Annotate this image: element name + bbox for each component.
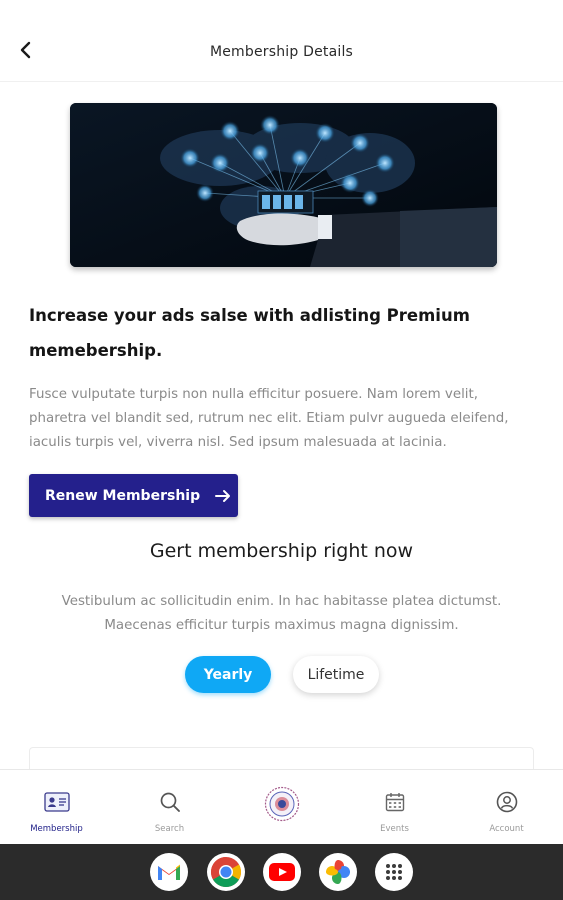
account-icon — [496, 790, 518, 814]
promo-headline: Increase your ads salse with adlisting P… — [29, 306, 470, 360]
renew-membership-label: Renew Membership — [45, 487, 201, 504]
nav-label-membership: Membership — [30, 824, 83, 834]
nav-item-home-logo[interactable] — [225, 770, 338, 845]
system-dock — [0, 844, 563, 900]
chrome-icon[interactable] — [207, 853, 245, 891]
calendar-icon — [385, 790, 405, 814]
nav-label-search: Search — [154, 824, 185, 834]
page-title: Membership Details — [209, 44, 354, 60]
hero-image — [70, 103, 497, 267]
yearly-toggle[interactable]: Yearly — [185, 656, 271, 693]
nav-item-membership[interactable]: Membership — [0, 770, 113, 845]
search-icon — [159, 790, 181, 814]
plans-title: Gert membership right now — [149, 540, 414, 562]
nav-item-events[interactable]: Events — [338, 770, 451, 845]
nav-label-account: Account — [489, 824, 524, 834]
youtube-icon[interactable] — [263, 853, 301, 891]
nav-label-events: Events — [380, 824, 409, 834]
nav-item-search[interactable]: Search — [113, 770, 226, 845]
nav-item-account[interactable]: Account — [450, 770, 563, 845]
app-header: Membership Details — [0, 0, 563, 82]
app-drawer-icon[interactable] — [375, 853, 413, 891]
promo-description: Fusce vulputate turpis non nulla efficit… — [29, 387, 509, 450]
photos-icon[interactable] — [319, 853, 357, 891]
logo-emblem — [264, 786, 300, 822]
plans-subtitle: Vestibulum ac sollicitudin enim. In hac … — [61, 594, 502, 633]
membership-card-icon — [43, 790, 70, 814]
lifetime-toggle[interactable]: Lifetime — [293, 656, 379, 693]
renew-membership-button[interactable]: Renew Membership — [29, 474, 238, 517]
arrow-right-icon — [214, 487, 232, 505]
bottom-nav: Membership Search Events Account — [0, 769, 563, 844]
gmail-icon[interactable] — [150, 853, 188, 891]
